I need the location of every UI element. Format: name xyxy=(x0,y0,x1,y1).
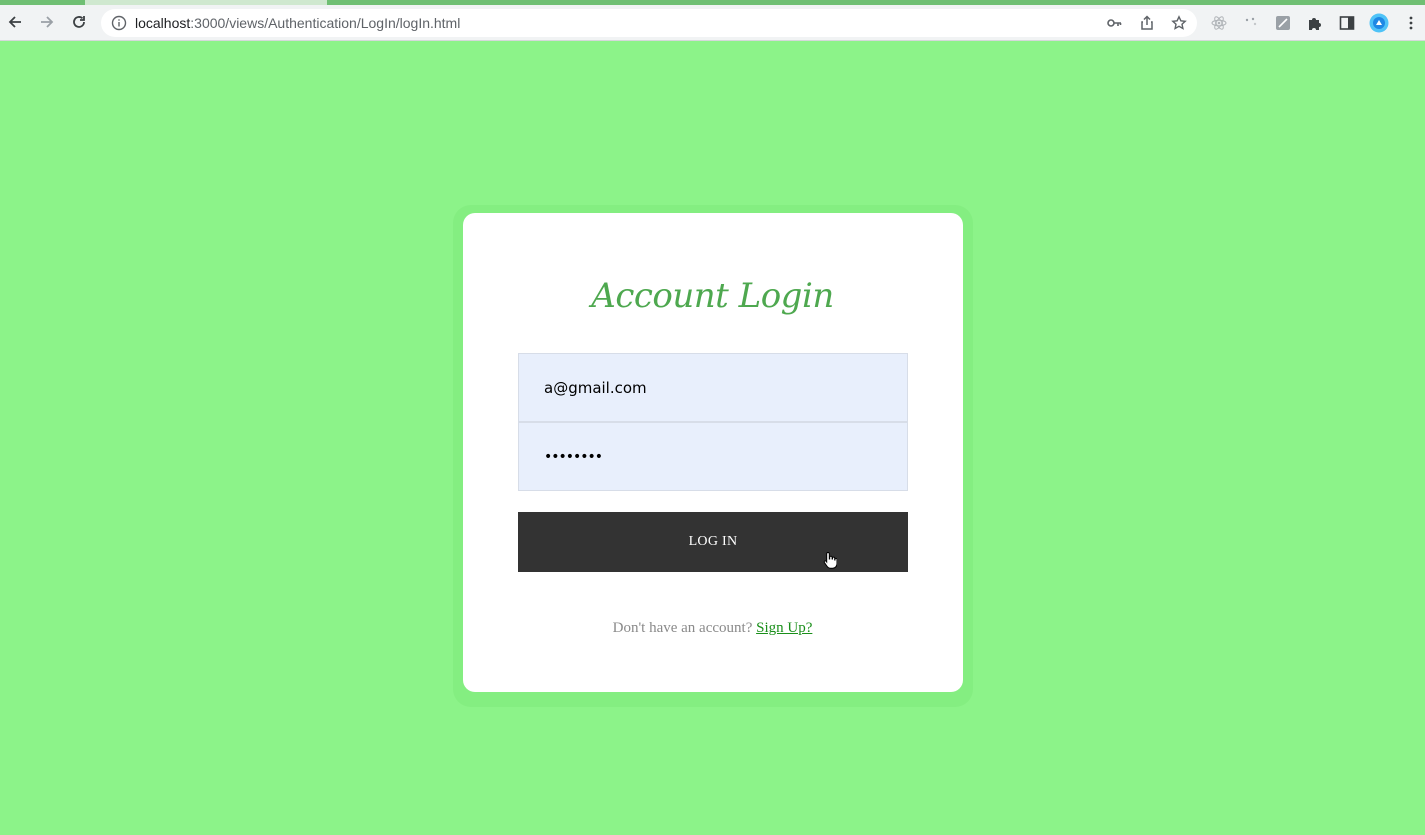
password-field[interactable]: •••••••• xyxy=(518,422,908,491)
email-field[interactable]: a@gmail.com xyxy=(518,353,908,422)
extensions-puzzle-icon[interactable] xyxy=(1305,13,1325,33)
signup-link[interactable]: Sign Up? xyxy=(756,620,812,636)
url-text[interactable]: localhost:3000/views/Authentication/LogI… xyxy=(135,15,460,31)
url-host: localhost xyxy=(135,15,191,31)
key-icon[interactable] xyxy=(1106,15,1122,31)
extension-dots-icon[interactable] xyxy=(1241,13,1261,33)
signup-prompt-text: Don't have an account? xyxy=(612,620,753,636)
extension-gray-icon[interactable] xyxy=(1273,13,1293,33)
login-button[interactable]: LOG IN xyxy=(518,512,908,572)
share-icon[interactable] xyxy=(1139,15,1155,31)
profile-avatar-icon[interactable] xyxy=(1369,13,1389,33)
url-path: :3000/views/Authentication/LogIn/logIn.h… xyxy=(190,15,461,31)
reload-icon[interactable] xyxy=(68,11,90,33)
info-icon[interactable] xyxy=(111,15,127,31)
address-bar[interactable]: localhost:3000/views/Authentication/LogI… xyxy=(101,9,1197,37)
hand-cursor-icon xyxy=(823,551,837,569)
react-devtools-icon[interactable] xyxy=(1209,13,1229,33)
signup-prompt-line: Don't have an account? Sign Up? xyxy=(0,620,1425,637)
side-panel-icon[interactable] xyxy=(1337,13,1357,33)
back-arrow-icon[interactable] xyxy=(4,11,26,33)
browser-toolbar: localhost:3000/views/Authentication/LogI… xyxy=(0,5,1425,41)
bookmark-star-icon[interactable] xyxy=(1171,15,1187,31)
kebab-menu-icon[interactable] xyxy=(1401,13,1421,33)
page-title: Account Login xyxy=(591,276,834,316)
forward-arrow-icon[interactable] xyxy=(36,11,58,33)
